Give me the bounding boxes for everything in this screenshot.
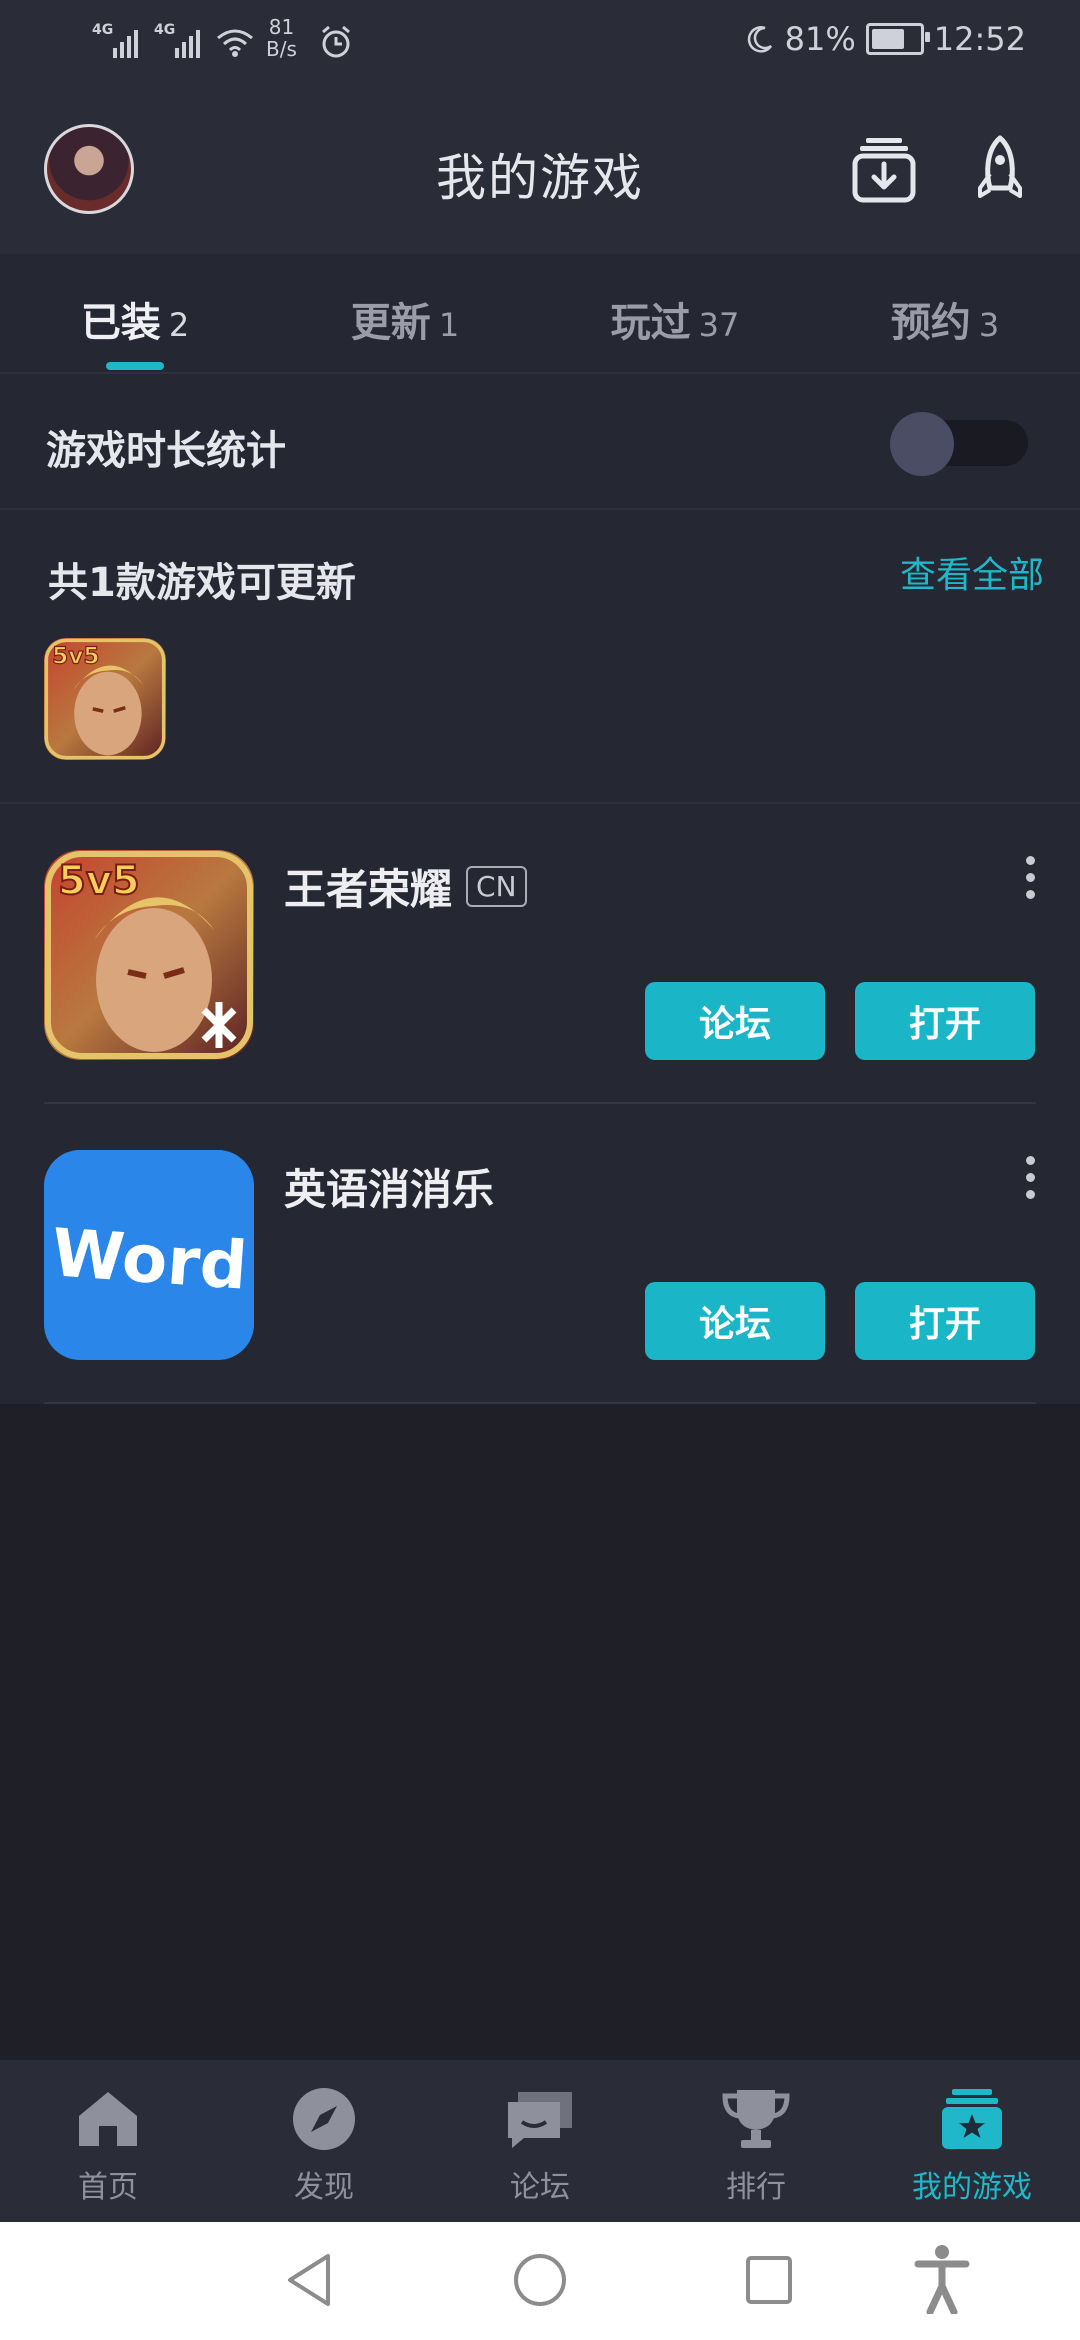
update-section-title: 共1款游戏可更新 <box>48 560 356 606</box>
toggle-knob <box>890 412 954 476</box>
honor-of-kings-icon[interactable]: 5v5 <box>44 850 254 1060</box>
moon-icon <box>747 26 772 53</box>
forum-button[interactable]: 论坛 <box>645 982 825 1060</box>
alarm-icon <box>322 25 350 58</box>
view-all-link[interactable]: 查看全部 <box>900 546 1044 598</box>
nav-label: 排行 <box>726 2170 786 2205</box>
nav-label: 论坛 <box>510 2170 570 2205</box>
honor-of-kings-icon[interactable]: 5v5 <box>44 638 166 760</box>
playtime-stats-label: 游戏时长统计 <box>46 428 286 474</box>
word-app-icon[interactable]: Word <box>44 1150 254 1360</box>
home-icon <box>79 2092 137 2146</box>
home-button-icon[interactable] <box>512 2252 568 2308</box>
game-name: 王者荣耀 CN <box>284 856 527 917</box>
status-bar: 4G 4G 81 B/s 81% 12:52 <box>0 0 1080 84</box>
region-badge: CN <box>466 866 527 907</box>
svg-text:Word: Word <box>49 1214 249 1304</box>
signal-group: 4G 4G <box>92 22 254 58</box>
nav-item-forum[interactable]: 论坛 <box>432 2082 648 2206</box>
net-speed-value: 81 <box>268 15 295 39</box>
divider <box>44 1402 1036 1404</box>
battery-icon <box>865 23 930 55</box>
game-name: 英语消消乐 <box>284 1156 494 1217</box>
nav-label: 我的游戏 <box>912 2170 1032 2205</box>
wifi-icon <box>217 29 253 57</box>
playtime-stats-toggle[interactable] <box>890 412 1028 476</box>
chat-icon <box>508 2092 572 2148</box>
tab-count: 3 <box>978 306 1000 344</box>
more-options-icon[interactable] <box>1024 856 1036 900</box>
nav-label: 发现 <box>294 2170 354 2205</box>
tab-played[interactable]: 玩过 37 <box>540 290 810 348</box>
net-speed-unit: B/s <box>266 37 297 61</box>
tab-label: 已装 <box>80 300 161 346</box>
nav-item-discover[interactable]: 发现 <box>216 2082 432 2206</box>
trophy-icon <box>722 2090 790 2148</box>
recents-icon[interactable] <box>744 2252 794 2308</box>
more-options-icon[interactable] <box>1024 1156 1036 1200</box>
installed-games-list: 5v5 王者荣耀 CN 论坛 打开 Word 英语消消乐 论坛 打开 <box>0 804 1080 1404</box>
right-status: 81% 12:52 <box>745 20 1026 58</box>
svg-text:5v5: 5v5 <box>58 858 140 904</box>
tab-count: 2 <box>168 306 190 344</box>
tab-reserved[interactable]: 预约 3 <box>810 290 1080 348</box>
rocket-icon[interactable] <box>974 134 1026 204</box>
svg-text:5v5: 5v5 <box>52 643 99 670</box>
tab-count: 1 <box>438 306 460 344</box>
nav-item-my-games[interactable]: 我的游戏 <box>864 2082 1080 2206</box>
nav-item-home[interactable]: 首页 <box>0 2082 216 2206</box>
open-button[interactable]: 打开 <box>855 1282 1035 1360</box>
tab-installed[interactable]: 已装 2 <box>0 290 270 348</box>
tab-count: 37 <box>698 306 740 344</box>
tab-label: 更新 <box>350 300 431 346</box>
tab-label: 玩过 <box>610 300 691 346</box>
bottom-navigation: 首页 发现 论坛 排行 我的游戏 <box>0 2060 1080 2222</box>
network-type: 4G <box>154 22 176 38</box>
update-section: 共1款游戏可更新 查看全部 5v5 <box>0 510 1080 804</box>
page-title: 我的游戏 <box>436 149 644 207</box>
game-title: 英语消消乐 <box>284 1165 495 1214</box>
back-icon[interactable] <box>284 2252 334 2308</box>
compass-icon <box>293 2088 355 2150</box>
nav-item-ranking[interactable]: 排行 <box>648 2082 864 2206</box>
clock: 12:52 <box>933 20 1026 58</box>
active-tab-indicator <box>106 362 164 370</box>
my-games-icon <box>942 2089 1002 2149</box>
list-item: 5v5 王者荣耀 CN 论坛 打开 <box>0 804 1080 1104</box>
battery-percent: 81% <box>784 20 856 58</box>
nav-label: 首页 <box>78 2170 138 2205</box>
game-title: 王者荣耀 <box>284 865 453 914</box>
net-speed: 81 B/s <box>266 16 297 60</box>
network-type: 4G <box>92 22 114 38</box>
forum-button[interactable]: 论坛 <box>645 1282 825 1360</box>
accessibility-icon[interactable] <box>914 2244 970 2314</box>
download-manager-icon[interactable] <box>852 134 916 204</box>
cell-signal-icon: 4G <box>154 22 200 58</box>
game-tabs: 已装 2 更新 1 玩过 37 预约 3 <box>0 254 1080 374</box>
tab-updates[interactable]: 更新 1 <box>270 290 540 348</box>
system-navigation-bar <box>0 2222 1080 2340</box>
cell-signal-icon: 4G <box>92 22 138 58</box>
app-header: 我的游戏 <box>0 84 1080 254</box>
list-item: Word 英语消消乐 论坛 打开 <box>0 1104 1080 1404</box>
open-button[interactable]: 打开 <box>855 982 1035 1060</box>
tab-label: 预约 <box>890 300 971 346</box>
playtime-stats-row: 游戏时长统计 <box>0 374 1080 510</box>
